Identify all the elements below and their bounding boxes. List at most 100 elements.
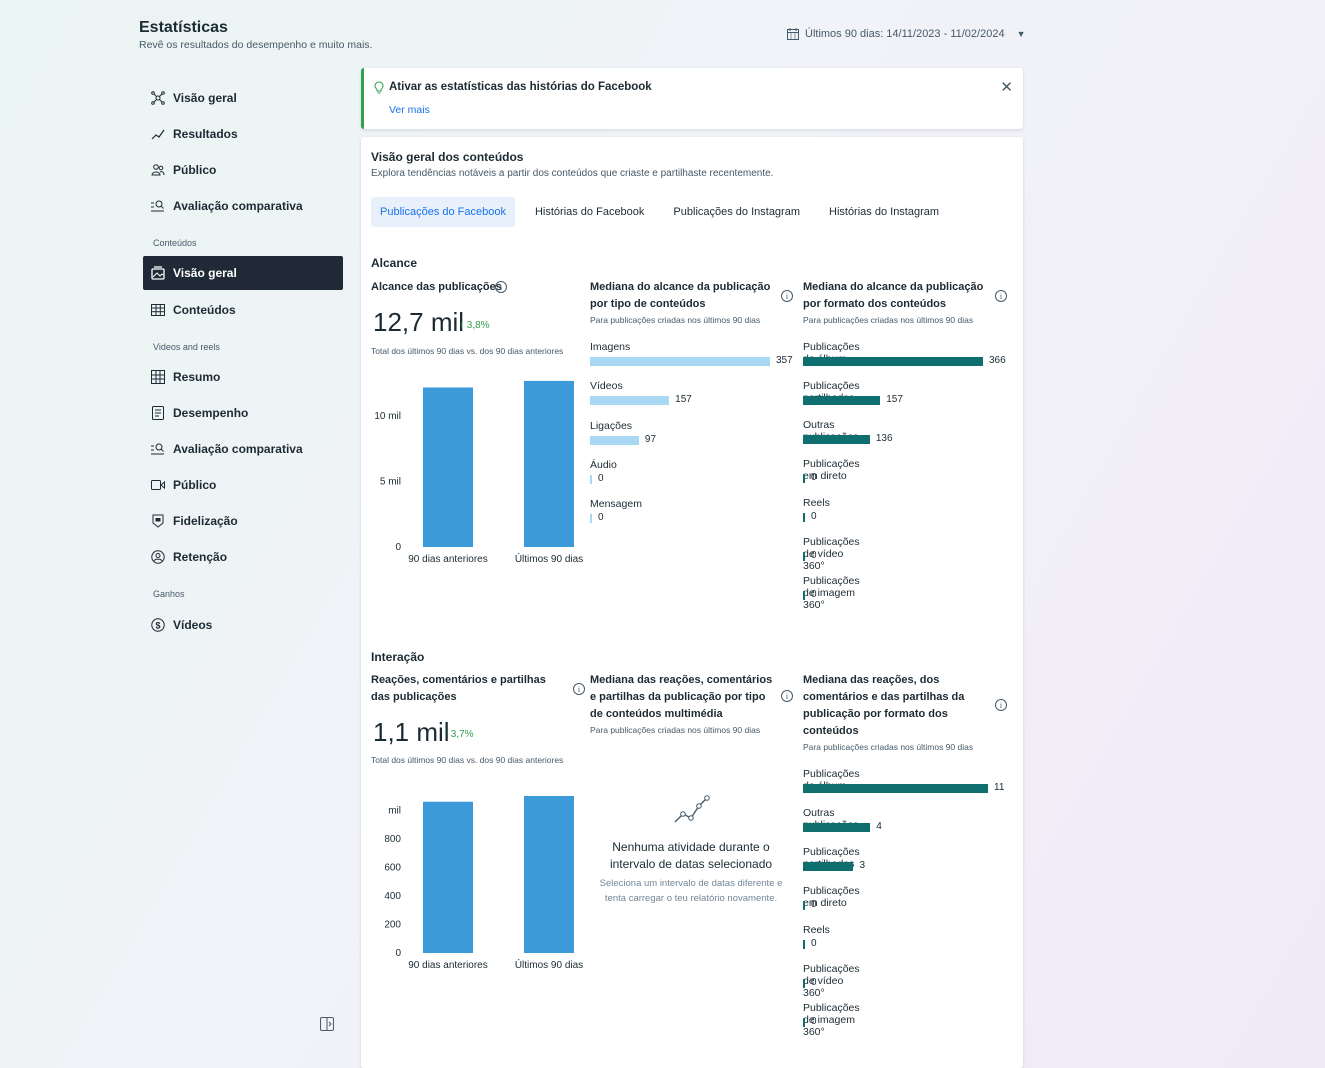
sidebar-item-label: Desempenho (173, 406, 249, 420)
y-tick-label: 400 (384, 891, 401, 902)
sidebar-item-label: Resumo (173, 370, 221, 384)
bar[interactable] (524, 796, 574, 953)
bar[interactable] (803, 823, 871, 832)
tab-historias-facebook[interactable]: Histórias do Facebook (526, 197, 653, 227)
sidebar-item-label: Fidelização (173, 514, 238, 528)
bar-category-label: Mensagem (590, 498, 642, 511)
bar[interactable] (803, 591, 805, 600)
bar-value-label: 357 (776, 355, 793, 366)
tab-publicacoes-facebook[interactable]: Publicações do Facebook (371, 197, 515, 227)
people-icon (151, 163, 165, 177)
y-tick-label: mil (388, 805, 401, 816)
sidebar-item-label: Resultados (173, 127, 238, 141)
banner-title: Ativar as estatísticas das histórias do … (389, 81, 652, 93)
page-subtitle: Revê os resultados do desempenho e muito… (139, 39, 373, 51)
info-icon[interactable]: i (573, 683, 585, 695)
collapse-sidebar-icon[interactable] (320, 1017, 334, 1036)
tab-publicacoes-instagram[interactable]: Publicações do Instagram (664, 197, 809, 227)
overview-subtitle: Explora tendências notáveis a partir dos… (371, 168, 774, 179)
bar-value-label: 3 (859, 860, 866, 871)
engagement-delta: ↑ 3,7% (443, 729, 474, 740)
bar[interactable] (423, 387, 473, 547)
bar-category-label: Vídeos (590, 380, 623, 393)
info-icon[interactable]: i (995, 699, 1007, 711)
bar[interactable] (803, 357, 983, 366)
video-icon (151, 478, 165, 492)
banner-see-more-link[interactable]: Ver mais (389, 104, 430, 116)
date-range-picker[interactable]: Últimos 90 dias: 14/11/2023 - 11/02/2024… (787, 28, 1025, 40)
sidebar-item-fidelizacao[interactable]: Fidelização (143, 504, 343, 538)
bar[interactable] (524, 380, 574, 547)
sidebar-item-conteudos[interactable]: Conteúdos (143, 293, 343, 327)
sidebar-item-publico[interactable]: Público (143, 153, 343, 187)
sidebar-item-label: Vídeos (173, 618, 213, 632)
bar-value-label: 157 (675, 394, 692, 406)
empty-state-subtitle: Seleciona um intervalo de datas diferent… (599, 878, 783, 904)
bar-value-label: 136 (875, 433, 893, 444)
bar[interactable] (590, 396, 670, 406)
bar-value-label: 0 (811, 899, 817, 910)
bar-value-label: 0 (598, 472, 604, 484)
sidebar-item-label: Avaliação comparativa (173, 442, 303, 456)
person-circle-icon (151, 550, 165, 564)
bar[interactable] (803, 396, 881, 405)
bar[interactable] (803, 901, 805, 910)
sidebar-item-publico-videos[interactable]: Público (143, 468, 343, 502)
section-interacao: Interação (371, 650, 425, 664)
engagement-type-title: Mediana das reações, comentários e parti… (590, 674, 773, 720)
sidebar-item-desempenho[interactable]: Desempenho (143, 396, 343, 430)
reach-format-note: Para publicações criadas nos últimos 90 … (803, 315, 974, 325)
sidebar-item-avaliacao-videos[interactable]: Avaliação comparativa (143, 432, 343, 466)
bar[interactable] (590, 514, 592, 524)
bar[interactable] (803, 552, 805, 561)
grid-icon (151, 370, 165, 384)
y-tick-label: 5 mil (380, 477, 401, 488)
bar[interactable] (590, 474, 592, 484)
sidebar-section-videos: Videos and reels (153, 342, 220, 352)
bar-category-label: Reels (803, 497, 830, 509)
bar[interactable] (423, 801, 473, 953)
content-tabs: Publicações do Facebook Histórias do Fac… (371, 197, 959, 227)
bar[interactable] (590, 357, 770, 366)
x-tick-label: Últimos 90 dias (515, 552, 583, 565)
bar[interactable] (803, 1018, 805, 1027)
gallery-icon (151, 266, 165, 280)
info-icon[interactable]: i (781, 290, 793, 302)
x-tick-label: 90 dias anteriores (408, 960, 488, 971)
bar[interactable] (803, 979, 805, 988)
bar-value-label: 366 (989, 355, 1006, 366)
reach-format-title: Mediana do alcance da publicação por for… (803, 281, 984, 310)
sidebar-item-visao-geral[interactable]: Visão geral (143, 81, 343, 115)
dollar-icon: $ (151, 618, 165, 632)
engagement-format-title: Mediana das reações, dos comentários e d… (803, 674, 965, 737)
y-tick-label: 200 (384, 919, 401, 930)
sidebar-item-resultados[interactable]: Resultados (143, 117, 343, 151)
bar[interactable] (803, 784, 988, 793)
section-alcance: Alcance (371, 256, 418, 270)
bar-category-label: Reels (803, 924, 830, 936)
sidebar-item-conteudos-visao-geral[interactable]: Visão geral (143, 256, 343, 290)
sidebar-item-videos-ganhos[interactable]: $ Vídeos (143, 608, 343, 642)
date-range-label: Últimos 90 dias: 14/11/2023 - 11/02/2024 (805, 28, 1005, 40)
bar[interactable] (590, 435, 639, 445)
info-icon[interactable]: i (495, 281, 507, 293)
sidebar-item-resumo[interactable]: Resumo (143, 360, 343, 394)
lightbulb-icon (374, 81, 384, 99)
activity-chart-icon (674, 795, 710, 823)
bar[interactable] (803, 862, 854, 871)
content-overview-card: Visão geral dos conteúdos Explora tendên… (361, 137, 1023, 1068)
tab-historias-instagram[interactable]: Histórias do Instagram (820, 197, 948, 227)
bar[interactable] (803, 940, 805, 949)
reach-type-note: Para publicações criadas nos últimos 90 … (590, 315, 761, 325)
bar-value-label: 157 (886, 394, 903, 405)
reach-type-title: Mediana do alcance da publicação por tip… (590, 281, 771, 310)
sidebar-item-avaliacao[interactable]: Avaliação comparativa (143, 189, 343, 223)
info-icon[interactable]: i (781, 690, 793, 702)
bar[interactable] (803, 513, 805, 522)
bar[interactable] (803, 474, 805, 483)
close-icon[interactable]: ✕ (1000, 78, 1013, 96)
bar[interactable] (803, 435, 870, 444)
empty-state-title: Nenhuma atividade durante o intervalo de… (609, 840, 773, 871)
sidebar-item-retencao[interactable]: Retenção (143, 540, 343, 574)
info-icon[interactable]: i (995, 290, 1007, 302)
